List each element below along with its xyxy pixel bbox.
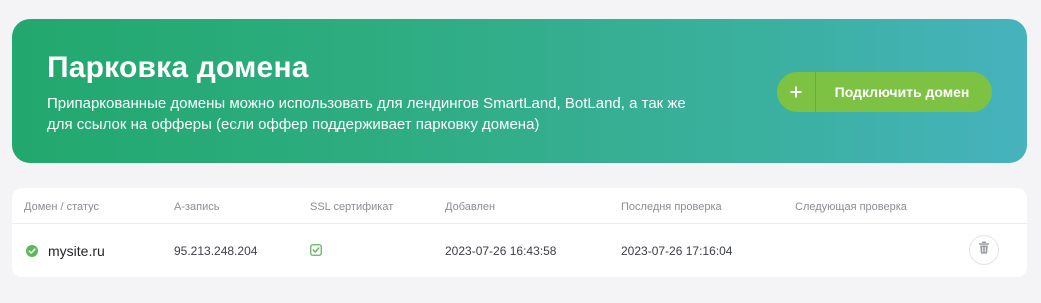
header-ssl[interactable]: SSL сертификат: [310, 200, 393, 214]
header-next-check[interactable]: Следующая проверка: [795, 200, 907, 214]
plus-icon: [777, 72, 816, 112]
table-row: mysite.ru 95.213.248.204 2023-07-26 16:4…: [12, 225, 1027, 277]
status-ok-icon: [26, 245, 38, 257]
added-value: 2023-07-26 16:43:58: [445, 244, 557, 258]
connect-domain-button[interactable]: Подключить домен: [777, 72, 992, 112]
trash-icon: [978, 241, 990, 259]
header-added[interactable]: Добавлен: [445, 200, 495, 214]
table-header: Домен / статус А-запись SSL сертификат Д…: [12, 188, 1027, 224]
page: Парковка домена Припаркованные домены мо…: [0, 0, 1041, 303]
a-record-value: 95.213.248.204: [174, 244, 258, 258]
domain-name[interactable]: mysite.ru: [48, 243, 105, 259]
connect-domain-button-label: Подключить домен: [834, 84, 970, 100]
domain-cell: mysite.ru: [26, 243, 105, 259]
banner-description: Припаркованные домены можно использовать…: [47, 93, 717, 135]
domains-table: Домен / статус А-запись SSL сертификат Д…: [12, 188, 1027, 277]
banner-description-line1: Припаркованные домены можно использовать…: [47, 95, 686, 112]
domain-parking-banner: Парковка домена Припаркованные домены мо…: [12, 19, 1027, 163]
header-domain-status[interactable]: Домен / статус: [24, 200, 99, 214]
ssl-check-icon: [310, 243, 322, 261]
last-check-value: 2023-07-26 17:16:04: [621, 244, 733, 258]
banner-description-line2: для ссылок на офферы (если оффер поддерж…: [47, 116, 540, 133]
page-title: Парковка домена: [47, 51, 309, 84]
header-a-record[interactable]: А-запись: [174, 200, 220, 214]
delete-domain-button[interactable]: [969, 235, 999, 265]
header-last-check[interactable]: Последня проверка: [621, 200, 722, 214]
